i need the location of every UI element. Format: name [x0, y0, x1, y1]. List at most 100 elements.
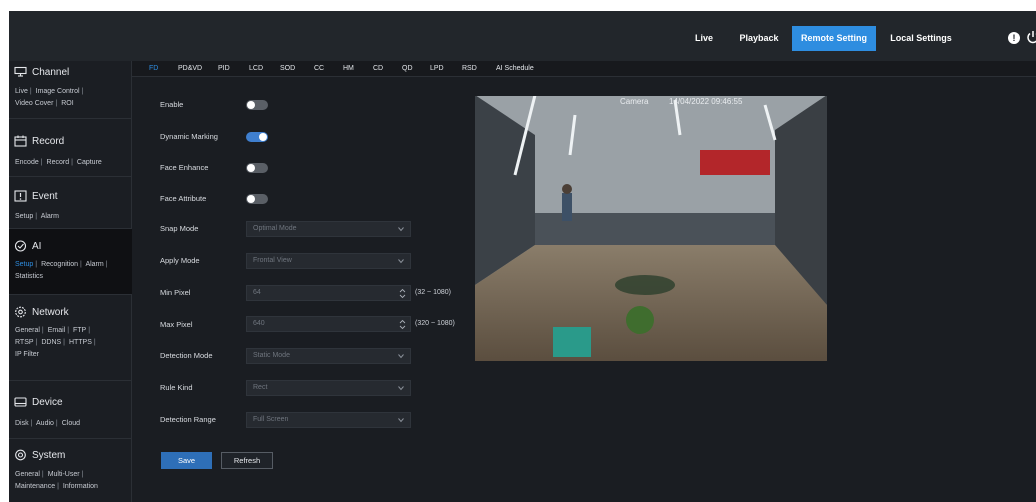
sidebar-link-ddns[interactable]: DDNS — [41, 339, 61, 346]
sidebar-link-event-setup[interactable]: Setup — [15, 213, 33, 220]
info-icon[interactable]: ! — [1008, 32, 1020, 44]
min-pixel-range: (32 ~ 1080) — [415, 289, 451, 296]
sidebar-link-net-general[interactable]: General — [15, 327, 40, 334]
tab-cd[interactable]: CD — [373, 61, 383, 76]
tab-hm[interactable]: HM — [343, 61, 354, 76]
refresh-button[interactable]: Refresh — [221, 452, 273, 469]
power-icon[interactable] — [1026, 30, 1036, 44]
apply-mode-select[interactable]: Frontal View — [246, 253, 411, 269]
sidebar-link-capture[interactable]: Capture — [77, 159, 102, 166]
sidebar-link-record[interactable]: Record — [47, 159, 70, 166]
save-button[interactable]: Save — [161, 452, 212, 469]
sidebar-section-channel: Channel Live | Image Control | Video Cover… — [9, 61, 132, 119]
enable-toggle[interactable] — [246, 100, 268, 110]
camera-timestamp: 14/04/2022 09:46:55 — [669, 97, 743, 106]
sidebar-link-statistics[interactable]: Statistics — [15, 273, 43, 280]
sidebar-links-record: Encode | Record | Capture — [15, 159, 102, 166]
dynamic-marking-label: Dynamic Marking — [160, 132, 218, 141]
tab-sod[interactable]: SOD — [280, 61, 295, 76]
sidebar-title-record: Record — [32, 135, 65, 147]
sidebar-link-rtsp[interactable]: RTSP — [15, 339, 34, 346]
sidebar: Channel Live | Image Control | Video Cover… — [9, 61, 132, 502]
max-pixel-input[interactable]: 640 — [246, 316, 411, 332]
sidebar-link-sys-general[interactable]: General — [15, 471, 40, 478]
sidebar-link-disk[interactable]: Disk — [15, 420, 29, 427]
chevron-down-icon — [398, 418, 404, 423]
sidebar-links-system: General | Multi-User | Maintenance | Inform… — [15, 471, 98, 490]
snap-mode-label: Snap Mode — [160, 224, 199, 233]
nav-remote-setting[interactable]: Remote Setting — [792, 26, 876, 51]
sidebar-link-recognition[interactable]: Recognition — [41, 261, 78, 268]
dynamic-marking-toggle[interactable] — [246, 132, 268, 142]
camera-scene-image — [475, 95, 827, 361]
sidebar-section-device: Device Disk | Audio | Cloud — [9, 381, 132, 439]
sidebar-link-maintenance[interactable]: Maintenance — [15, 483, 55, 490]
max-pixel-value: 640 — [253, 320, 265, 327]
top-bar: Live Playback Remote Setting Local Setti… — [9, 11, 1036, 61]
sidebar-title-channel: Channel — [32, 66, 70, 78]
sidebar-link-https[interactable]: HTTPS — [69, 339, 92, 346]
sidebar-title-event: Event — [32, 190, 58, 202]
sidebar-links-event: Setup | Alarm — [15, 213, 59, 220]
sidebar-link-roi[interactable]: ROI — [61, 100, 73, 107]
sidebar-title-system: System — [32, 449, 66, 461]
tab-cc[interactable]: CC — [314, 61, 324, 76]
sidebar-link-multi-user[interactable]: Multi-User — [48, 471, 80, 478]
sidebar-link-encode[interactable]: Encode — [15, 159, 39, 166]
spinner-icon[interactable] — [399, 319, 406, 330]
sidebar-link-image-control[interactable]: Image Control — [36, 88, 80, 95]
sidebar-link-ftp[interactable]: FTP — [73, 327, 86, 334]
tab-pid[interactable]: PID — [218, 61, 230, 76]
min-pixel-input[interactable]: 64 — [246, 285, 411, 301]
app-window: Live Playback Remote Setting Local Setti… — [9, 11, 1036, 502]
sidebar-head-event[interactable]: Event — [14, 189, 58, 203]
sidebar-head-network[interactable]: Network — [14, 305, 69, 319]
sidebar-link-event-alarm[interactable]: Alarm — [41, 213, 59, 220]
sidebar-link-ai-alarm[interactable]: Alarm — [85, 261, 103, 268]
camera-name-label: Camera — [620, 97, 649, 106]
face-attribute-label: Face Attribute — [160, 194, 207, 203]
rule-kind-select[interactable]: Rect — [246, 380, 411, 396]
nav-live[interactable]: Live — [684, 26, 724, 51]
detection-range-select[interactable]: Full Screen — [246, 412, 411, 428]
sidebar-head-device[interactable]: Device — [14, 395, 63, 409]
face-attribute-toggle[interactable] — [246, 194, 268, 204]
face-enhance-label: Face Enhance — [160, 163, 209, 172]
camera-preview[interactable] — [475, 95, 827, 361]
face-enhance-toggle[interactable] — [246, 163, 268, 173]
detection-mode-select[interactable]: Static Mode — [246, 348, 411, 364]
sidebar-links-network: General | Email | FTP | RTSP | DDNS | HTTPS | … — [15, 327, 96, 358]
event-icon — [14, 190, 27, 202]
sidebar-link-information[interactable]: Information — [63, 483, 98, 490]
tab-fd[interactable]: FD — [149, 61, 158, 76]
sidebar-head-system[interactable]: System — [14, 448, 65, 462]
sidebar-link-cloud[interactable]: Cloud — [62, 420, 80, 427]
chevron-down-icon — [398, 354, 404, 359]
rule-kind-value: Rect — [253, 384, 268, 391]
system-icon — [15, 449, 26, 461]
sidebar-link-ip-filter[interactable]: IP Filter — [15, 351, 39, 358]
rule-kind-label: Rule Kind — [160, 383, 193, 392]
tab-pd-vd[interactable]: PD&VD — [178, 61, 202, 76]
sidebar-head-channel[interactable]: Channel — [14, 65, 69, 79]
tab-ai-schedule[interactable]: AI Schedule — [496, 61, 534, 76]
snap-mode-select[interactable]: Optimal Mode — [246, 221, 411, 237]
sidebar-link-ai-setup[interactable]: Setup — [15, 261, 33, 268]
tab-lcd[interactable]: LCD — [249, 61, 263, 76]
sidebar-title-network: Network — [32, 306, 69, 318]
spinner-icon[interactable] — [399, 288, 406, 299]
tab-lpd[interactable]: LPD — [430, 61, 444, 76]
sidebar-link-audio[interactable]: Audio — [36, 420, 54, 427]
sidebar-link-email[interactable]: Email — [48, 327, 66, 334]
sidebar-link-live[interactable]: Live — [15, 88, 28, 95]
sidebar-head-ai[interactable]: AI — [14, 239, 41, 253]
sidebar-head-record[interactable]: Record — [14, 134, 64, 148]
chevron-down-icon — [398, 259, 404, 264]
nav-playback[interactable]: Playback — [729, 26, 789, 51]
sidebar-link-video-cover[interactable]: Video Cover — [15, 100, 53, 107]
nav-local-settings[interactable]: Local Settings — [877, 26, 965, 51]
sidebar-title-ai: AI — [32, 240, 42, 252]
enable-label: Enable — [160, 100, 184, 109]
tab-qd[interactable]: QD — [402, 61, 413, 76]
tab-rsd[interactable]: RSD — [462, 61, 477, 76]
